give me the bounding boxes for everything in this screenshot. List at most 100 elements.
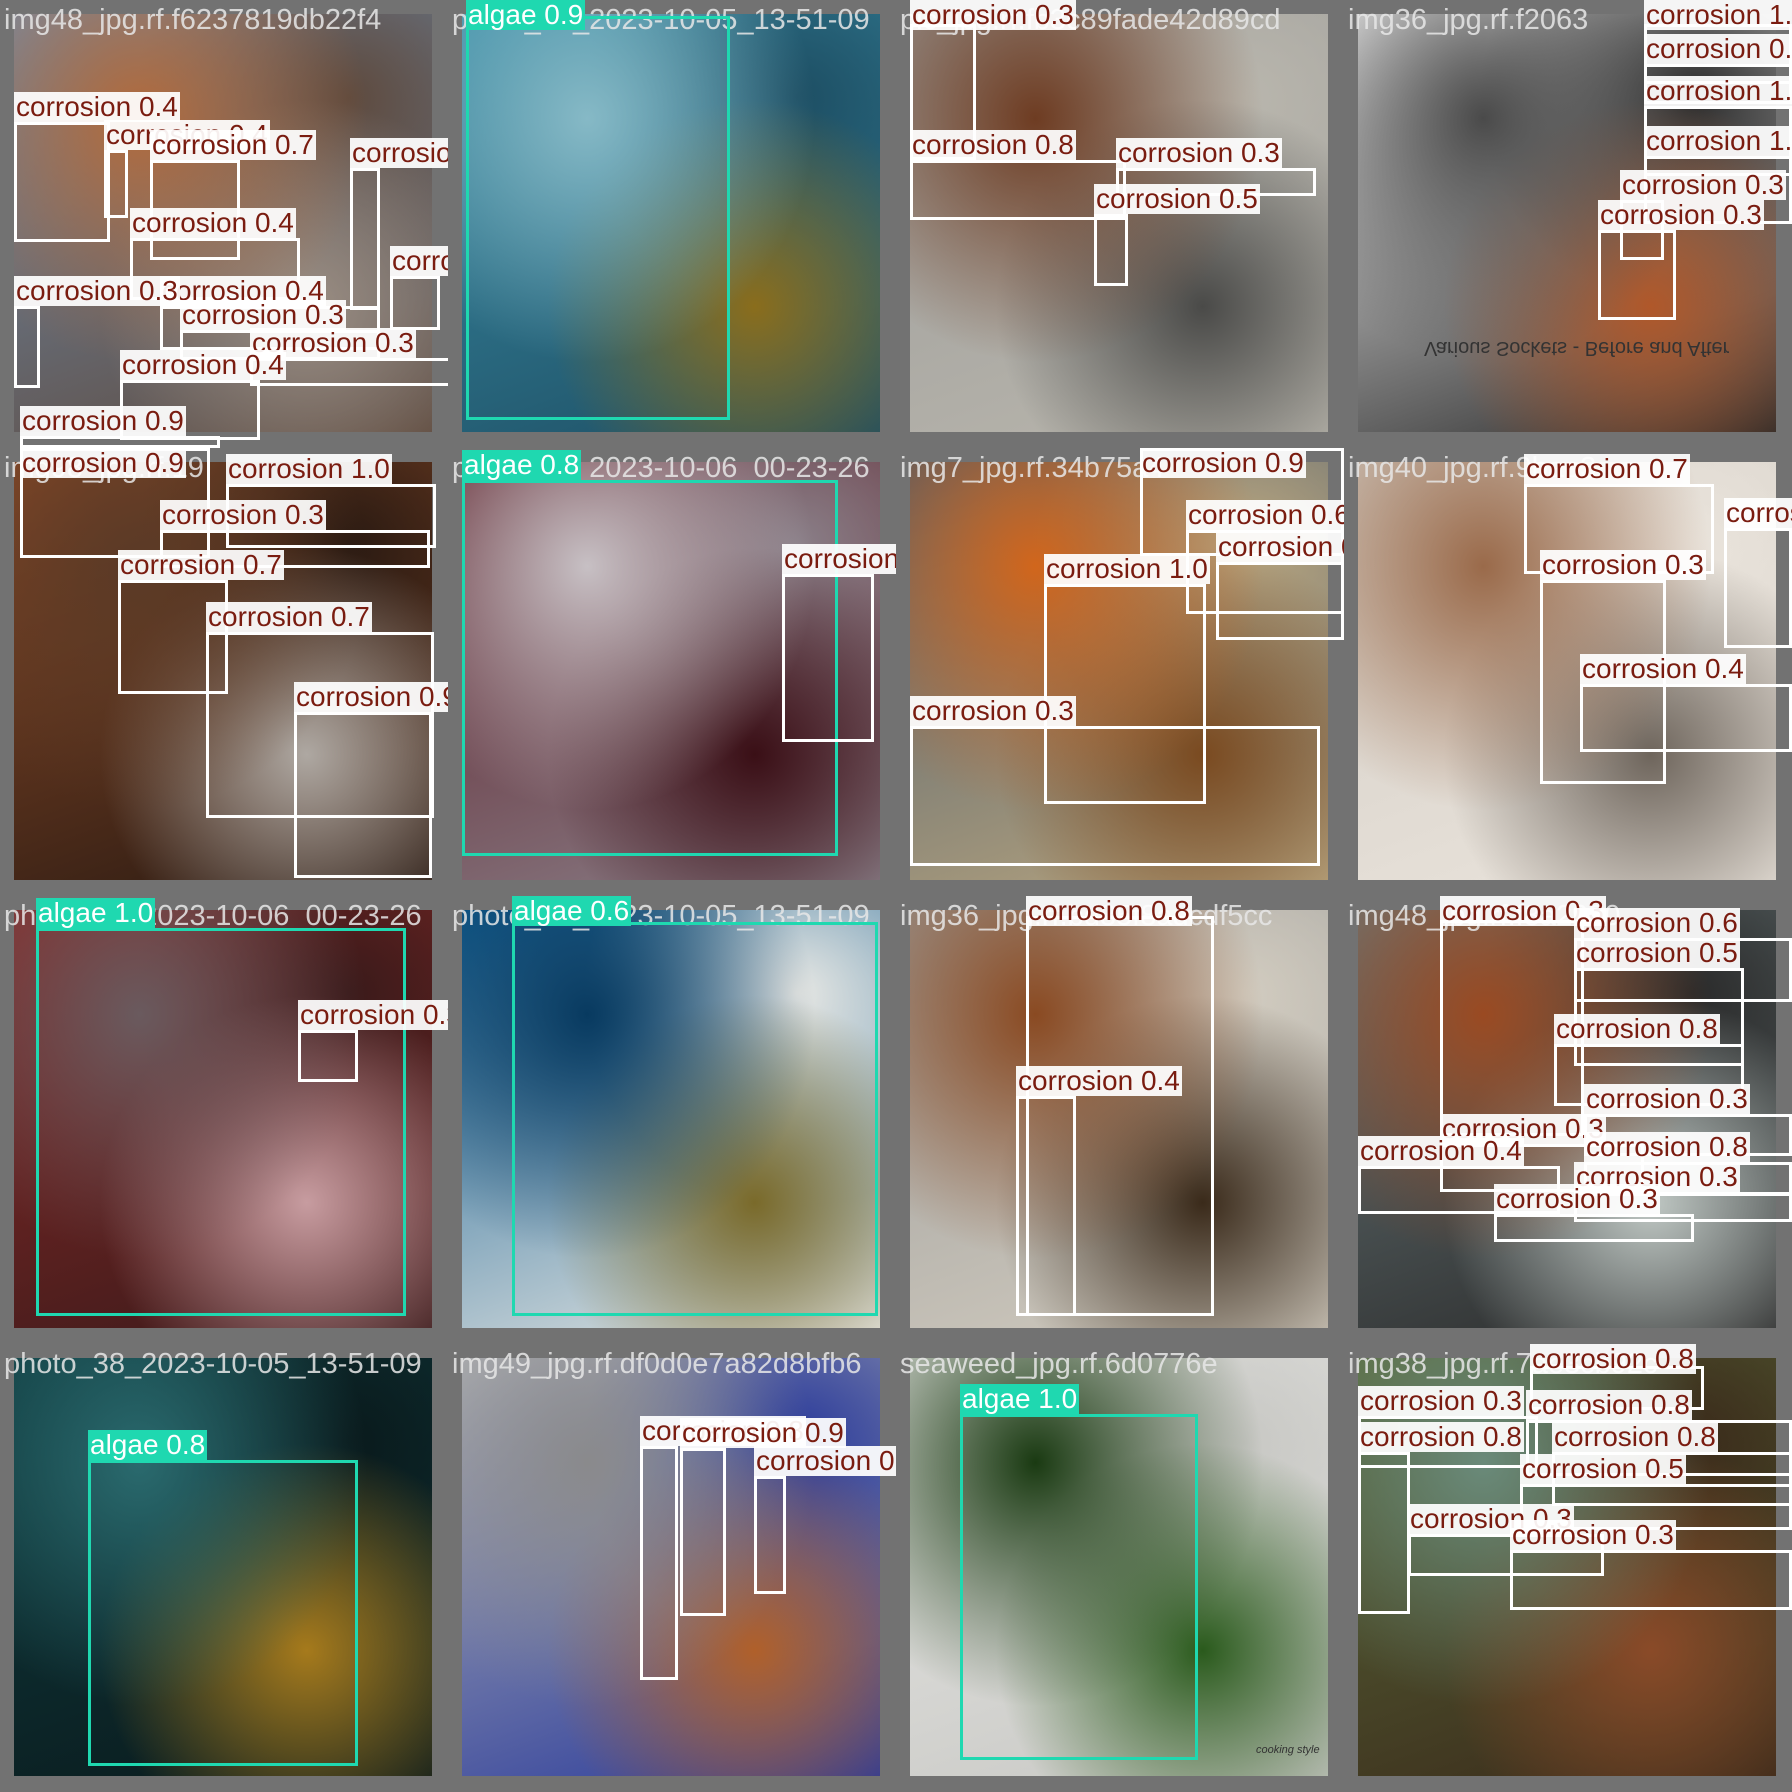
class-name: corrosion <box>1646 33 1762 64</box>
class-name: corrosion <box>208 601 324 632</box>
corrosion-bounding-box <box>1216 562 1344 640</box>
corrosion-bounding-box <box>1510 1550 1792 1610</box>
class-name: corrosion <box>756 1445 872 1476</box>
confidence: 1.0 <box>114 897 154 928</box>
corrosion-label: corrosion 0.4 <box>120 350 286 380</box>
corrosion-label: corrosion 0.4 <box>14 92 180 122</box>
corrosion-bounding-box <box>104 150 128 218</box>
class-name: corrosion <box>1360 1421 1476 1452</box>
algae-label: algae 0.8 <box>88 1429 208 1460</box>
confidence: 0.8 <box>1678 1013 1718 1044</box>
corrosion-bounding-box <box>910 726 1320 866</box>
confidence: 0.3 <box>1034 695 1074 726</box>
class-name: corrosion <box>300 999 416 1030</box>
confidence: 1.0 <box>1768 75 1792 106</box>
class-name: corrosion <box>1576 937 1692 968</box>
class-name: corrosion <box>16 275 132 306</box>
confidence: 0.3 <box>138 275 178 306</box>
corrosion-label: corrosion 0.9 <box>1216 532 1344 562</box>
confidence: 0.7 <box>330 601 370 632</box>
corrosion-label: corrosion 0.7 <box>118 550 284 580</box>
corrosion-label: corrosion 0.7 <box>150 130 316 160</box>
corrosion-label: corrosion 0.5 <box>1094 184 1260 214</box>
corrosion-label: corrosion 0.3 <box>1584 1084 1750 1114</box>
grid-tile: img7_jpg.rf.34b75a4 corrosion 0.9 corrosio… <box>896 448 1344 896</box>
corrosion-label: corrosion 0.3 <box>390 246 448 276</box>
class-name: corrosion <box>1512 1519 1628 1550</box>
class-name: corrosion <box>1522 1453 1638 1484</box>
corrosion-label: corrosion 0.9 <box>20 406 186 436</box>
class-name: corrosion <box>1532 1344 1648 1374</box>
confidence: 0.4 <box>1482 1135 1522 1166</box>
class-name: corrosion <box>1118 137 1234 168</box>
class-name: corrosion <box>16 91 132 122</box>
corrosion-label: corrosion 0.5 <box>1520 1454 1686 1484</box>
confidence: 0.8 <box>1654 1344 1694 1374</box>
corrosion-label: corrosion 0.7 <box>206 602 372 632</box>
confidence: 1.0 <box>1768 125 1792 156</box>
confidence: 0.3 <box>422 999 448 1030</box>
corrosion-bounding-box <box>298 1030 358 1082</box>
corrosion-bounding-box <box>640 1446 678 1680</box>
corrosion-label: corrosion 0.3 <box>1358 1386 1524 1416</box>
class-name: corrosion <box>682 1417 798 1448</box>
confidence: 0.3 <box>1664 549 1704 580</box>
confidence: 0.9 <box>144 448 184 478</box>
detection-grid: img48_jpg.rf.f6237819db22f4 corrosion 0.4… <box>0 0 1792 1792</box>
corrosion-label: corrosion 0.3 <box>1510 1520 1676 1550</box>
confidence: 0.3 <box>374 327 414 358</box>
class-name: corrosion <box>120 549 236 580</box>
class-name: corrosion <box>1442 896 1558 926</box>
algae-bounding-box <box>466 16 730 420</box>
class-name: corrosion <box>122 349 238 380</box>
class-name: algae <box>38 897 107 928</box>
class-name: corrosion <box>1554 1421 1670 1452</box>
corrosion-bounding-box <box>680 1448 726 1616</box>
confidence: 0.8 <box>1034 129 1074 160</box>
class-name: corrosion <box>1218 531 1334 562</box>
class-name: corrosion <box>1528 1389 1644 1420</box>
grid-tile: img48_jpg.rf.f6237819db22f4 corrosion 0.4… <box>0 0 448 448</box>
confidence: 0.4 <box>254 207 294 238</box>
confidence: 0.3 <box>1618 1183 1658 1214</box>
corrosion-label: corrosion 0.3 <box>1540 550 1706 580</box>
corrosion-label: corrosion 0.9 <box>1140 448 1306 478</box>
algae-label: algae 0.6 <box>512 896 632 926</box>
confidence: 0.3 <box>1634 1519 1674 1550</box>
class-name: corrosion <box>1526 453 1642 484</box>
class-name: corrosion <box>1142 448 1258 478</box>
corrosion-label: corrosion 0.9 <box>680 1418 846 1448</box>
corrosion-label: corrosion 0.3 <box>180 300 346 330</box>
corrosion-label: corrosion 0.4 <box>130 208 296 238</box>
corrosion-label: corrosion 0.3 <box>1494 1184 1660 1214</box>
confidence: 1.0 <box>1768 0 1792 30</box>
class-name: corrosion <box>22 448 138 478</box>
grid-tile: photo_38_2023-10-06_00-23-26 algae 1.0 cor… <box>0 896 448 1344</box>
confidence: 0.7 <box>1648 453 1688 484</box>
corrosion-label: corrosion 0.8 <box>1554 1014 1720 1044</box>
class-name: corrosion <box>1600 199 1716 230</box>
class-name: corrosion <box>1046 553 1162 584</box>
grid-tile: img36_jpg.rf.bd85f8adcdf5cccorrosion 0.8… <box>896 896 1344 1344</box>
confidence: 0.4 <box>244 349 284 380</box>
class-name: algae <box>90 1429 159 1460</box>
class-name: corrosion <box>152 129 268 160</box>
corrosion-bounding-box <box>20 436 220 448</box>
algae-bounding-box <box>512 922 878 1316</box>
corrosion-label: corrosion 0.3 <box>910 0 1076 30</box>
corrosion-label: corrosion 0.6 <box>1724 498 1792 528</box>
confidence: 0.3 <box>1744 169 1784 200</box>
confidence: 0.9 <box>544 0 584 30</box>
confidence: 0.4 <box>1704 653 1744 684</box>
corrosion-bounding-box <box>390 276 440 330</box>
class-name: corrosion <box>1496 1183 1612 1214</box>
class-name: corrosion <box>1028 896 1144 926</box>
confidence: 0.8 <box>1482 1421 1522 1452</box>
corrosion-label: corrosion 1.0 <box>1644 76 1792 106</box>
corrosion-label: corrosion 0.3 <box>160 500 326 530</box>
algae-label: algae 1.0 <box>960 1384 1080 1414</box>
confidence: 1.0 <box>350 453 390 484</box>
grid-tile: photo_38_2023-10-05_13-51-09 algae 0.9 <box>448 0 896 448</box>
grid-tile: img38_jpg.rf.7ae3cb92c corrosion 0.3 corro… <box>1344 1344 1792 1792</box>
corrosion-label: corrosion 0.3 <box>298 1000 448 1030</box>
